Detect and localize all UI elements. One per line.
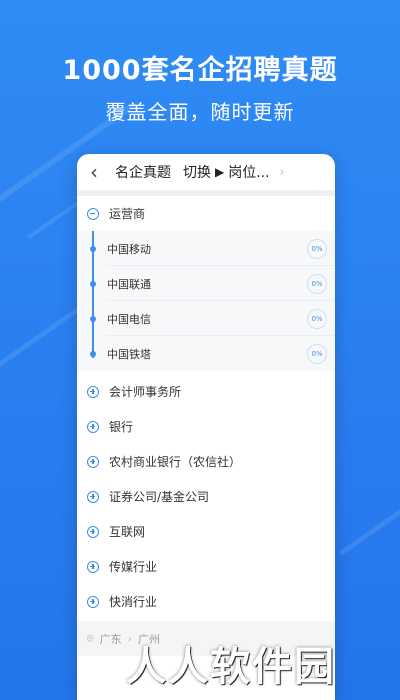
- chevron-right-icon[interactable]: ›: [280, 165, 285, 179]
- category-item[interactable]: 传媒行业: [77, 549, 335, 584]
- progress-badge: 0%: [307, 344, 327, 364]
- category-label: 运营商: [109, 207, 146, 221]
- tree-dot-icon: [90, 316, 96, 322]
- category-label: 证券公司/基金公司: [109, 490, 210, 504]
- expand-plus-icon: [87, 525, 99, 538]
- category-item[interactable]: 银行: [77, 409, 335, 444]
- promo-subtitle: 覆盖全面，随时更新: [105, 100, 295, 124]
- progress-badge: 0%: [307, 239, 327, 259]
- play-triangle-icon: ▶: [215, 165, 225, 179]
- sub-item[interactable]: 中国电信 0%: [77, 301, 335, 336]
- category-item[interactable]: 运营商: [77, 196, 335, 231]
- expand-plus-icon: [87, 490, 99, 503]
- watermark-logo: 人人软件园: [126, 644, 336, 690]
- page-title: 名企真题: [115, 165, 171, 181]
- phone-screen: ‹ 名企真题 切换 ▶ 岗位... › 运营商 中国移动 0% 中国联通 0% …: [77, 154, 335, 700]
- category-label: 传媒行业: [109, 560, 158, 574]
- location-province: 广东: [99, 632, 122, 646]
- category-item[interactable]: 互联网: [77, 514, 335, 549]
- category-item[interactable]: 会计师事务所: [77, 374, 335, 409]
- category-label: 银行: [109, 420, 134, 434]
- category-label: 快消行业: [109, 595, 158, 609]
- collapse-minus-icon: [87, 207, 99, 220]
- sub-item-label: 中国铁塔: [107, 347, 151, 361]
- tree-dot-icon: [90, 246, 96, 252]
- promo-title: 1000套名企招聘真题: [62, 55, 338, 86]
- tree-dot-icon: [90, 351, 96, 357]
- location-pin-icon: ⌾: [87, 631, 94, 645]
- sub-item-label: 中国电信: [107, 312, 151, 326]
- sub-item[interactable]: 中国铁塔 0%: [77, 336, 335, 371]
- top-bar: ‹ 名企真题 切换 ▶ 岗位... ›: [77, 154, 335, 190]
- sub-item-label: 中国联通: [107, 277, 151, 291]
- progress-badge: 0%: [307, 309, 327, 329]
- expand-plus-icon: [87, 385, 99, 398]
- category-label: 会计师事务所: [109, 385, 182, 399]
- category-label: 农村商业银行（农信社）: [109, 455, 242, 469]
- decorative-streak: [338, 488, 400, 557]
- sub-item[interactable]: 中国联通 0%: [77, 266, 335, 301]
- sub-item-label: 中国移动: [107, 242, 151, 256]
- sub-item[interactable]: 中国移动 0%: [77, 231, 335, 266]
- position-label: 岗位...: [228, 165, 270, 181]
- tree-dot-icon: [90, 281, 96, 287]
- expand-plus-icon: [87, 595, 99, 608]
- expand-plus-icon: [87, 420, 99, 433]
- category-item[interactable]: 证券公司/基金公司: [77, 479, 335, 514]
- expand-plus-icon: [87, 455, 99, 468]
- expand-plus-icon: [87, 560, 99, 573]
- back-chevron-icon[interactable]: ‹: [77, 160, 111, 184]
- switch-label: 切换: [183, 165, 211, 181]
- switch-button[interactable]: 切换 ▶ 岗位...: [183, 162, 270, 182]
- progress-badge: 0%: [307, 274, 327, 294]
- category-item[interactable]: 农村商业银行（农信社）: [77, 444, 335, 479]
- category-label: 互联网: [109, 525, 146, 539]
- category-item[interactable]: 快消行业: [77, 584, 335, 619]
